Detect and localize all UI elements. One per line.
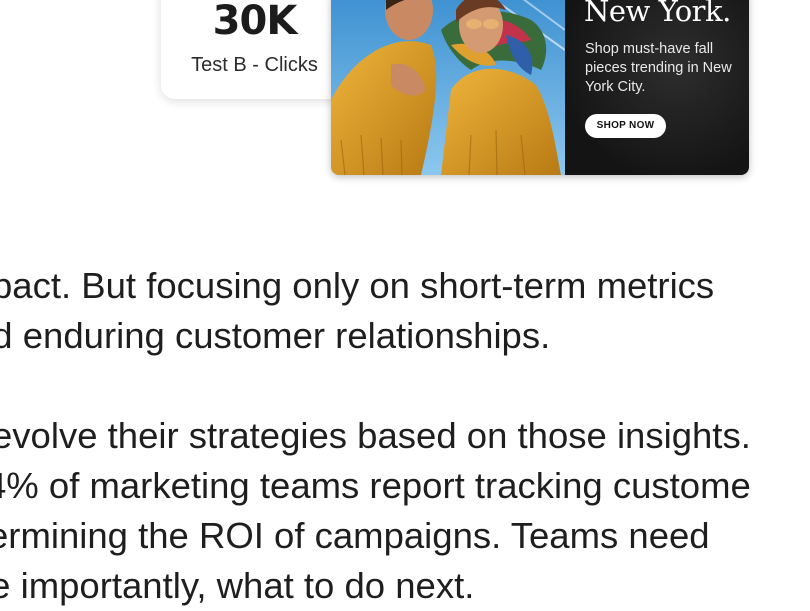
stat-label: Test B - Clicks <box>191 54 318 76</box>
ad-headline: New York. <box>584 0 731 28</box>
article-line: evolve their strategies based on those i… <box>0 415 751 456</box>
article-line: re importantly, what to do next. <box>0 565 475 606</box>
ad-photo-image <box>331 0 565 175</box>
ad-subtext: Shop must-have fall pieces trending in N… <box>585 41 732 95</box>
stat-value: 30K <box>212 0 298 44</box>
article-line: pact. But focusing only on short-term me… <box>0 265 715 306</box>
article-line: nd enduring customer relationships. <box>0 315 551 356</box>
article-line: 4% of marketing teams report tracking cu… <box>0 465 751 506</box>
ad-banner[interactable]: New York. Shop must-have fall pieces tre… <box>331 0 749 175</box>
article-body: pact. But focusing only on short-term me… <box>0 261 810 611</box>
stat-card: 30K Test B - Clicks <box>161 0 348 99</box>
article-line: ermining the ROI of campaigns. Teams nee… <box>0 515 710 556</box>
shop-now-button[interactable]: SHOP NOW <box>585 114 666 138</box>
ad-text-panel: New York. Shop must-have fall pieces tre… <box>565 0 749 175</box>
